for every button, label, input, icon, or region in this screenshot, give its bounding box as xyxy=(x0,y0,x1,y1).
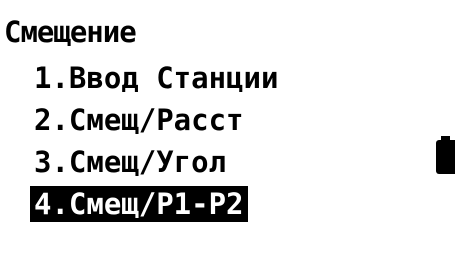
menu-item-offset-p1-p2[interactable]: 4.Смещ/P1-P2 xyxy=(30,186,248,222)
battery-icon xyxy=(436,136,455,174)
menu-item-offset-angle[interactable]: 3.Смещ/Угол xyxy=(30,144,230,180)
battery-terminal xyxy=(441,136,450,141)
page-title: Смещение xyxy=(4,15,137,49)
instrument-display: Смещение 1.Ввод Станции 2.Смещ/Расст 3.С… xyxy=(0,0,455,262)
menu-item-offset-distance[interactable]: 2.Смещ/Расст xyxy=(30,102,248,138)
menu-item-station-input[interactable]: 1.Ввод Станции xyxy=(30,60,282,96)
